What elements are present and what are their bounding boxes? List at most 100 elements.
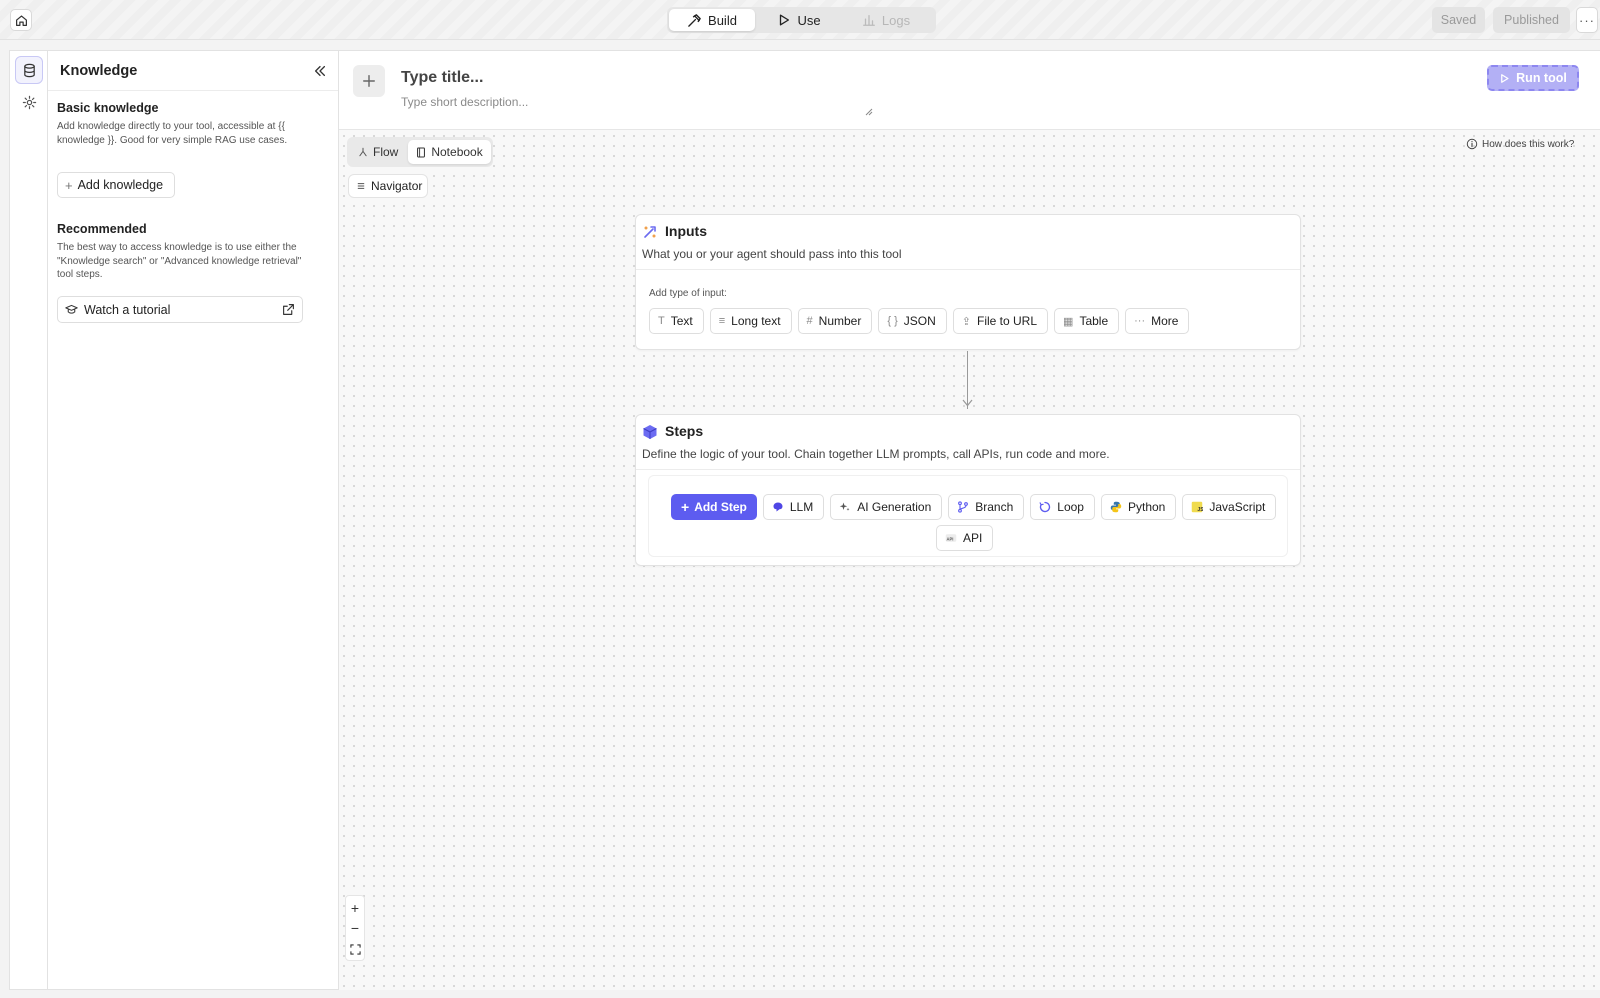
step-type-row: + Add Step LLM AI Generation Branch Loop… bbox=[671, 494, 1277, 520]
icon-rail bbox=[9, 50, 47, 990]
card-divider bbox=[636, 469, 1300, 470]
step-type-ai-generation-button[interactable]: AI Generation bbox=[830, 494, 943, 520]
zoom-controls: + − bbox=[345, 895, 365, 961]
add-step-button[interactable]: + Add Step bbox=[671, 494, 757, 520]
how-does-this-work-label: How does this work? bbox=[1482, 138, 1575, 150]
saved-status: Saved bbox=[1432, 7, 1485, 33]
home-button[interactable] bbox=[10, 9, 32, 31]
basic-knowledge-heading: Basic knowledge bbox=[57, 101, 159, 115]
table-icon: ▦ bbox=[1063, 315, 1074, 328]
step-type-javascript-button[interactable]: JS JavaScript bbox=[1182, 494, 1277, 520]
published-button[interactable]: Published bbox=[1493, 7, 1570, 33]
logs-mode-button[interactable]: Logs bbox=[843, 9, 929, 31]
input-type-number-button[interactable]: # Number bbox=[797, 308, 873, 334]
mode-switcher: Build Use Logs bbox=[667, 7, 936, 33]
fit-view-icon bbox=[349, 943, 361, 955]
inputs-icon bbox=[644, 226, 656, 238]
settings-rail-button[interactable] bbox=[15, 88, 43, 116]
input-type-more-button[interactable]: ··· More bbox=[1125, 308, 1190, 334]
file-upload-icon: ⇪ bbox=[961, 315, 971, 328]
branch-icon bbox=[958, 501, 969, 513]
knowledge-panel: Knowledge Basic knowledge Add knowledge … bbox=[47, 50, 339, 990]
svg-text:JS: JS bbox=[1198, 507, 1204, 513]
notebook-view-button[interactable]: Notebook bbox=[408, 140, 491, 164]
input-type-label: More bbox=[1151, 314, 1179, 328]
inputs-title: Inputs bbox=[665, 223, 707, 239]
javascript-icon: JS bbox=[1192, 501, 1204, 513]
collapse-panel-button[interactable] bbox=[311, 62, 329, 80]
llm-icon bbox=[773, 502, 783, 512]
step-type-loop-button[interactable]: Loop bbox=[1030, 494, 1095, 520]
text-type-icon: T bbox=[658, 315, 665, 327]
input-type-table-button[interactable]: ▦ Table bbox=[1054, 308, 1120, 334]
knowledge-rail-button[interactable] bbox=[15, 56, 43, 84]
flow-icon bbox=[359, 147, 367, 157]
play-icon bbox=[780, 14, 790, 26]
database-icon bbox=[23, 63, 35, 77]
step-type-python-button[interactable]: Python bbox=[1100, 494, 1177, 520]
step-type-label: AI Generation bbox=[857, 500, 932, 514]
info-icon bbox=[1466, 138, 1478, 150]
cube-icon bbox=[643, 425, 657, 439]
input-type-text-button[interactable]: T Text bbox=[649, 308, 704, 334]
run-tool-button[interactable]: Run tool bbox=[1487, 65, 1579, 91]
zoom-in-button[interactable]: + bbox=[346, 898, 364, 918]
inputs-description: What you or your agent should pass into … bbox=[642, 247, 902, 261]
play-icon bbox=[1501, 73, 1509, 83]
zoom-out-button[interactable]: − bbox=[346, 918, 364, 938]
logs-mode-label: Logs bbox=[881, 12, 911, 28]
step-type-row-2: API API bbox=[936, 525, 994, 551]
watch-tutorial-label: Watch a tutorial bbox=[84, 302, 171, 317]
input-type-label: Text bbox=[670, 314, 693, 328]
inputs-card: Inputs What you or your agent should pas… bbox=[635, 214, 1301, 350]
description-input[interactable] bbox=[401, 95, 869, 115]
add-emoji-button[interactable] bbox=[353, 65, 385, 97]
flow-view-label: Flow bbox=[373, 145, 399, 159]
add-knowledge-button[interactable]: + Add knowledge bbox=[57, 172, 175, 198]
view-toggle: Flow Notebook bbox=[347, 137, 493, 167]
plus-icon bbox=[363, 75, 375, 87]
navigator-button[interactable]: Navigator bbox=[348, 174, 428, 198]
resize-handle-icon[interactable] bbox=[865, 108, 873, 116]
python-icon bbox=[1110, 501, 1122, 513]
home-icon bbox=[15, 14, 27, 26]
steps-card: Steps Define the logic of your tool. Cha… bbox=[635, 414, 1301, 566]
card-divider bbox=[636, 269, 1300, 270]
input-type-long-text-button[interactable]: ≡ Long text bbox=[709, 308, 792, 334]
input-type-label: Long text bbox=[731, 314, 781, 328]
input-type-json-button[interactable]: { } JSON bbox=[878, 308, 947, 334]
step-type-llm-button[interactable]: LLM bbox=[762, 494, 825, 520]
fit-view-button[interactable] bbox=[346, 939, 364, 959]
use-mode-button[interactable]: Use bbox=[755, 9, 843, 31]
navigator-label: Navigator bbox=[371, 179, 423, 193]
ellipsis-icon: ··· bbox=[1134, 315, 1146, 327]
add-input-type-label: Add type of input: bbox=[649, 288, 727, 299]
step-type-label: Loop bbox=[1057, 500, 1084, 514]
use-mode-label: Use bbox=[797, 12, 821, 28]
input-type-label: Table bbox=[1079, 314, 1109, 328]
steps-title: Steps bbox=[665, 423, 704, 439]
notebook-icon bbox=[417, 147, 426, 157]
notebook-view-label: Notebook bbox=[431, 145, 483, 159]
plus-icon: + bbox=[65, 177, 73, 193]
long-text-icon: ≡ bbox=[718, 315, 726, 327]
step-type-branch-button[interactable]: Branch bbox=[948, 494, 1025, 520]
title-input[interactable] bbox=[401, 66, 871, 90]
knowledge-panel-title: Knowledge bbox=[60, 63, 138, 79]
step-type-api-button[interactable]: API API bbox=[936, 525, 994, 551]
step-type-label: LLM bbox=[789, 500, 814, 514]
graduation-cap-icon bbox=[65, 304, 78, 314]
main-canvas-area: Run tool Flow Notebook Navigator How doe… bbox=[339, 50, 1600, 990]
input-type-file-to-url-button[interactable]: ⇪ File to URL bbox=[952, 308, 1049, 334]
build-mode-button[interactable]: Build bbox=[669, 9, 755, 31]
sparkle-icon bbox=[839, 502, 850, 511]
steps-description: Define the logic of your tool. Chain tog… bbox=[642, 447, 1110, 461]
basic-knowledge-text: Add knowledge directly to your tool, acc… bbox=[57, 121, 288, 146]
watch-tutorial-button[interactable]: Watch a tutorial bbox=[57, 296, 303, 323]
more-options-button[interactable]: ··· bbox=[1576, 7, 1598, 33]
recommended-heading: Recommended bbox=[57, 222, 147, 236]
flow-view-button[interactable]: Flow bbox=[350, 140, 406, 164]
how-does-this-work-link[interactable]: How does this work? bbox=[1466, 138, 1574, 150]
recommended-text: The best way to access knowledge is to u… bbox=[57, 242, 302, 280]
step-type-label: Branch bbox=[975, 500, 1014, 514]
